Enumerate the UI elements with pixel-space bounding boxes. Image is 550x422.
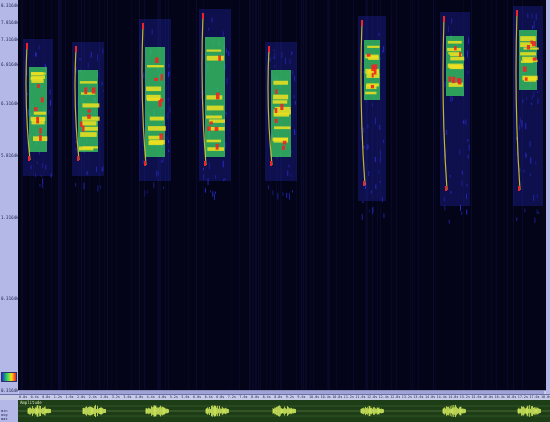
- call-4: [199, 9, 231, 201]
- call-3: [139, 19, 171, 197]
- spectrogram-view[interactable]: [18, 0, 546, 390]
- waveform-title: Amplitude: [20, 400, 42, 405]
- freq-tick: 7.8164k: [1, 20, 19, 25]
- waveform-canvas[interactable]: [18, 400, 550, 422]
- freq-tick: 5.8164k: [1, 153, 19, 158]
- freq-tick: 0.3164k: [1, 296, 19, 301]
- call-6: [358, 16, 386, 220]
- color-scale-swatch[interactable]: [1, 372, 17, 382]
- freq-tick: 7.3164k: [1, 37, 19, 42]
- call-1: [23, 39, 53, 189]
- call-7: [440, 12, 470, 224]
- waveform-side-labels: min avg max: [0, 400, 19, 422]
- freq-tick: 6.8164k: [1, 62, 19, 67]
- spectrogram-window: 8.3164k 7.8164k 7.3164k 6.8164k 6.3164k …: [0, 0, 550, 422]
- frequency-axis: 8.3164k 7.8164k 7.3164k 6.8164k 6.3164k …: [0, 0, 19, 394]
- freq-tick: 1.3164k: [1, 215, 19, 220]
- freq-tick: 0.3164k: [1, 388, 19, 393]
- call-8: [513, 6, 543, 224]
- vertical-scrollbar[interactable]: [546, 0, 550, 394]
- wave-label-max: max: [1, 417, 8, 421]
- freq-tick: 6.3164k: [1, 101, 19, 106]
- call-5: [265, 42, 297, 200]
- spectrogram-canvas[interactable]: [18, 0, 546, 390]
- call-2: [72, 42, 104, 192]
- waveform-panel: min avg max Amplitude: [0, 400, 550, 422]
- freq-tick: 8.3164k: [1, 3, 19, 8]
- waveform-view[interactable]: Amplitude: [18, 400, 550, 422]
